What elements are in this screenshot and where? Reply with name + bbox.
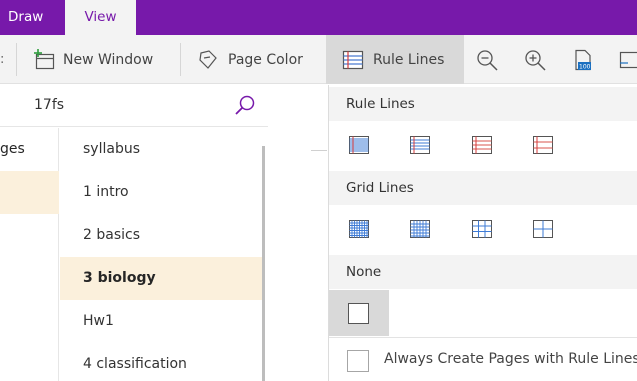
pages-scrollbar[interactable] bbox=[262, 146, 265, 381]
section-pages-label: ges bbox=[0, 141, 25, 157]
rule-lines-icon bbox=[342, 49, 364, 71]
rule-lines-header: Rule Lines bbox=[329, 87, 637, 121]
wide-ruled-icon bbox=[533, 136, 553, 154]
college-ruled-option[interactable] bbox=[407, 132, 433, 158]
page-item[interactable]: 1 intro bbox=[60, 171, 263, 214]
medium-small-grid-option[interactable] bbox=[407, 216, 433, 242]
new-window-button[interactable]: New Window bbox=[32, 35, 153, 84]
search-icon[interactable] bbox=[234, 95, 256, 117]
always-create-row[interactable]: Always Create Pages with Rule Lines bbox=[329, 337, 637, 381]
sections-column: ges bbox=[0, 128, 59, 381]
page-color-label: Page Color bbox=[228, 51, 303, 68]
ribbon-toolbar: : New Window Page Color Rule Lines 100 bbox=[0, 35, 637, 84]
small-grid-option[interactable] bbox=[346, 216, 372, 242]
large-grid-option[interactable] bbox=[530, 216, 556, 242]
page-width-icon bbox=[618, 49, 637, 71]
ribbon-divider bbox=[16, 43, 17, 76]
wide-ruled-option[interactable] bbox=[530, 132, 556, 158]
medium-grid-icon bbox=[472, 220, 492, 238]
page-item[interactable]: 2 basics bbox=[60, 214, 263, 257]
page-item-active[interactable]: 3 biology bbox=[60, 257, 263, 300]
pages-list: syllabus 1 intro 2 basics 3 biology Hw1 … bbox=[60, 128, 268, 381]
standard-ruled-icon bbox=[472, 136, 492, 154]
standard-ruled-option[interactable] bbox=[469, 132, 495, 158]
zoom-in-icon bbox=[524, 49, 546, 71]
ribbon-divider bbox=[180, 43, 181, 76]
truncated-ribbon-item: : bbox=[0, 52, 5, 67]
new-window-icon bbox=[32, 48, 55, 71]
page-width-button[interactable] bbox=[618, 35, 637, 84]
tab-draw[interactable]: Draw bbox=[8, 0, 43, 35]
section-selected[interactable] bbox=[0, 171, 59, 214]
always-create-label: Always Create Pages with Rule Lines bbox=[384, 351, 637, 367]
narrow-ruled-option[interactable] bbox=[346, 132, 372, 158]
page-100-icon: 100 bbox=[572, 49, 594, 71]
note-canvas[interactable] bbox=[268, 85, 328, 381]
none-header: None bbox=[329, 255, 637, 289]
rule-lines-dropdown: Rule Lines Grid Lines None Always Create… bbox=[328, 85, 637, 381]
narrow-ruled-icon bbox=[349, 136, 369, 154]
section-pages[interactable]: ges bbox=[0, 128, 59, 171]
zoom-in-button[interactable] bbox=[524, 35, 546, 84]
blank-page-icon bbox=[348, 303, 369, 324]
page-item[interactable]: 4 classification bbox=[60, 343, 263, 381]
search-input[interactable]: 17fs bbox=[34, 97, 64, 113]
college-ruled-icon bbox=[410, 136, 430, 154]
no-lines-option[interactable] bbox=[329, 290, 389, 336]
page-item[interactable]: Hw1 bbox=[60, 300, 263, 343]
large-grid-icon bbox=[533, 220, 553, 238]
rule-lines-label: Rule Lines bbox=[373, 51, 445, 68]
page-color-button[interactable]: Page Color bbox=[197, 35, 303, 84]
always-create-checkbox[interactable] bbox=[347, 350, 369, 372]
new-window-label: New Window bbox=[63, 51, 154, 68]
small-grid-icon bbox=[349, 220, 369, 238]
svg-text:100: 100 bbox=[579, 63, 591, 70]
zoom-100-button[interactable]: 100 bbox=[572, 35, 594, 84]
rule-lines-button[interactable]: Rule Lines bbox=[326, 35, 464, 84]
tab-view[interactable]: View bbox=[65, 0, 136, 35]
canvas-divider bbox=[311, 150, 327, 151]
zoom-out-icon bbox=[476, 49, 498, 71]
medium-grid-option[interactable] bbox=[469, 216, 495, 242]
search-row: 17fs bbox=[0, 85, 268, 127]
ribbon-tab-bar: Draw View bbox=[0, 0, 637, 35]
medium-small-grid-icon bbox=[410, 220, 430, 238]
page-item[interactable]: syllabus bbox=[60, 128, 263, 171]
page-color-icon bbox=[197, 49, 219, 71]
zoom-out-button[interactable] bbox=[476, 35, 498, 84]
grid-lines-header: Grid Lines bbox=[329, 171, 637, 205]
